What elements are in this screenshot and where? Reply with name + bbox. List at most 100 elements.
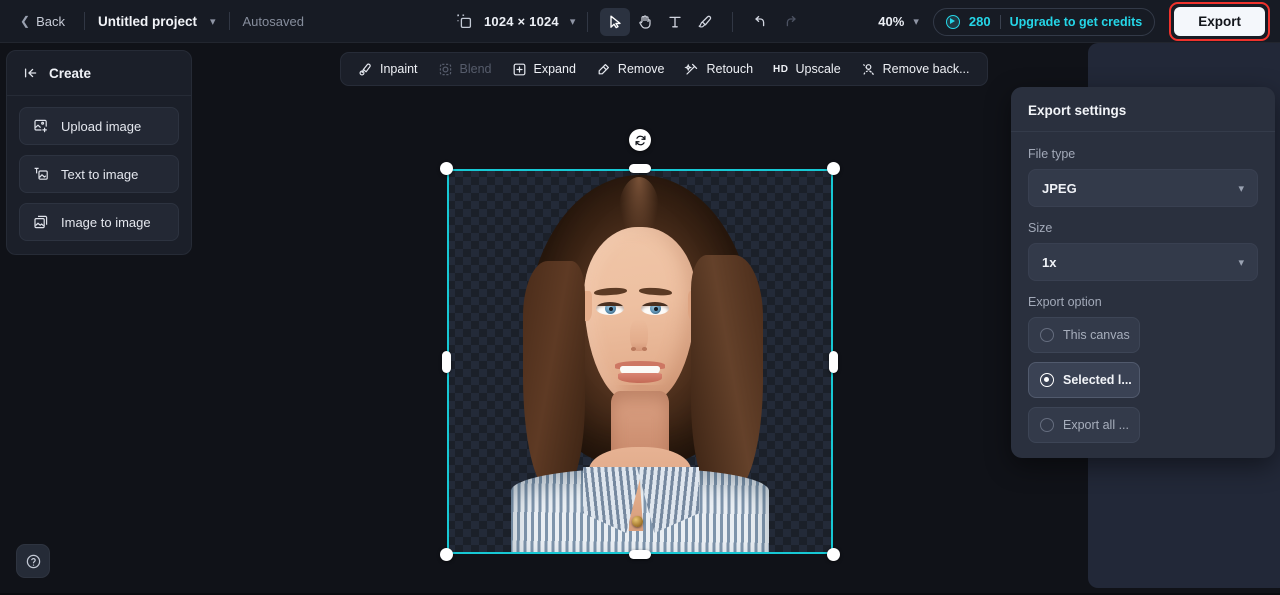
divider — [732, 11, 734, 32]
export-option-this-canvas[interactable]: This canvas — [1028, 317, 1140, 353]
resize-handle-left[interactable] — [442, 350, 451, 373]
remove-background-button[interactable]: Remove back... — [852, 56, 979, 82]
retouch-label: Retouch — [706, 62, 754, 76]
lower-lip — [618, 373, 662, 383]
blend-label: Blend — [459, 62, 492, 76]
rotate-handle[interactable] — [629, 129, 651, 151]
resize-handle-top-right[interactable] — [827, 162, 840, 175]
size-label: Size — [1028, 221, 1053, 235]
eye-left — [596, 302, 624, 315]
collapse-panel-icon[interactable] — [23, 65, 39, 81]
create-panel: Create Upload image Text to image Image … — [6, 50, 192, 255]
export-button[interactable]: Export — [1174, 7, 1265, 36]
remove-background-label: Remove back... — [882, 62, 970, 76]
upgrade-link[interactable]: Upgrade to get credits — [1010, 15, 1143, 29]
export-option-label-this-canvas: This canvas — [1063, 328, 1130, 342]
chevron-down-icon[interactable]: ▾ — [210, 15, 216, 28]
canvas-size-icon — [456, 13, 474, 31]
resize-handle-right[interactable] — [829, 350, 838, 373]
export-option-label-selected-layer: Selected l... — [1063, 373, 1132, 387]
nostril-right — [642, 347, 647, 351]
remove-icon — [596, 62, 611, 77]
blend-button[interactable]: Blend — [429, 56, 501, 82]
brush-tool[interactable] — [690, 8, 720, 36]
back-button[interactable]: ❮ Back — [14, 10, 71, 33]
export-option-label: Export option — [1028, 295, 1102, 309]
hair-strand-right — [691, 255, 763, 495]
remove-label: Remove — [617, 62, 665, 76]
gold-button — [632, 516, 643, 527]
select-tool[interactable] — [600, 7, 631, 36]
divider — [999, 14, 1001, 29]
divider — [228, 12, 230, 30]
undo-tool[interactable] — [745, 8, 775, 36]
text-to-image-icon — [33, 166, 49, 182]
radio-icon — [1040, 373, 1054, 387]
resize-handle-top-left[interactable] — [440, 162, 453, 175]
divider — [83, 12, 85, 30]
resize-handle-bottom[interactable] — [629, 550, 651, 559]
expand-button[interactable]: Expand — [503, 56, 585, 82]
top-bar-center: 1024 × 1024 ▾ — [456, 0, 805, 43]
remove-button[interactable]: Remove — [587, 56, 674, 82]
text-to-image-label: Text to image — [61, 166, 139, 182]
credit-coin-icon — [945, 14, 960, 29]
hand-tool[interactable] — [630, 8, 660, 36]
size-value: 1x — [1042, 254, 1057, 270]
export-panel-header: Export settings — [1011, 87, 1275, 132]
canvas-area[interactable]: Inpaint Blend Expand Remove Retouch HD U… — [0, 43, 1280, 595]
resize-handle-bottom-right[interactable] — [827, 548, 840, 561]
resize-handle-top[interactable] — [629, 164, 651, 173]
redo-tool[interactable] — [775, 8, 805, 36]
create-panel-title: Create — [49, 65, 92, 81]
upload-image-button[interactable]: Upload image — [19, 107, 179, 145]
export-option-label-export-all: Export all ... — [1063, 418, 1129, 432]
divider — [587, 11, 589, 32]
credits-pill[interactable]: 280 Upgrade to get credits — [932, 7, 1156, 36]
top-bar: ❮ Back Untitled project ▾ Autosaved 1024… — [0, 0, 1280, 43]
image-selection[interactable] — [440, 129, 840, 561]
eye-right — [641, 302, 669, 315]
nose — [630, 319, 648, 351]
project-name[interactable]: Untitled project — [98, 14, 197, 29]
inpaint-button[interactable]: Inpaint — [349, 56, 427, 82]
export-option-selected-layer[interactable]: Selected l... — [1028, 362, 1140, 398]
hd-icon: HD — [773, 63, 789, 75]
radio-icon — [1040, 418, 1054, 432]
file-type-select[interactable]: JPEG ▾ — [1028, 169, 1258, 207]
app-root: ❮ Back Untitled project ▾ Autosaved 1024… — [0, 0, 1280, 595]
retouch-icon — [684, 62, 699, 77]
nostril-left — [631, 347, 636, 351]
blend-icon — [438, 62, 453, 77]
export-panel-body: File type JPEG ▾ Size 1x ▾ Export option… — [1011, 132, 1275, 458]
chevron-down-icon[interactable]: ▾ — [570, 15, 576, 28]
export-panel-title: Export settings — [1028, 103, 1127, 118]
image-to-image-icon — [33, 214, 49, 230]
eyelash-left — [596, 302, 624, 306]
expand-icon — [512, 62, 527, 77]
export-option-export-all[interactable]: Export all ... — [1028, 407, 1140, 443]
image-to-image-label: Image to image — [61, 214, 151, 230]
image-to-image-button[interactable]: Image to image — [19, 203, 179, 241]
upscale-button[interactable]: HD Upscale — [764, 56, 850, 82]
portrait-image[interactable] — [511, 169, 769, 554]
remove-background-icon — [861, 62, 876, 77]
canvas-size-value[interactable]: 1024 × 1024 — [484, 14, 559, 29]
inpaint-icon — [358, 62, 373, 77]
resize-handle-bottom-left[interactable] — [440, 548, 453, 561]
export-settings-panel: Export settings File type JPEG ▾ Size 1x… — [1011, 87, 1275, 458]
help-button[interactable] — [16, 544, 50, 578]
size-select[interactable]: 1x ▾ — [1028, 243, 1258, 281]
create-panel-header: Create — [7, 51, 191, 96]
retouch-button[interactable]: Retouch — [675, 56, 762, 82]
text-to-image-button[interactable]: Text to image — [19, 155, 179, 193]
export-button-highlight: Export — [1169, 2, 1270, 41]
export-option-group: This canvas Selected l... Export all ... — [1028, 317, 1258, 443]
context-toolbar: Inpaint Blend Expand Remove Retouch HD U… — [340, 52, 988, 86]
zoom-level[interactable]: 40% — [878, 14, 904, 29]
chevron-down-icon[interactable]: ▾ — [913, 15, 919, 28]
text-tool[interactable] — [660, 8, 690, 36]
file-type-value: JPEG — [1042, 180, 1077, 196]
back-label: Back — [36, 13, 65, 29]
radio-icon — [1040, 328, 1054, 342]
